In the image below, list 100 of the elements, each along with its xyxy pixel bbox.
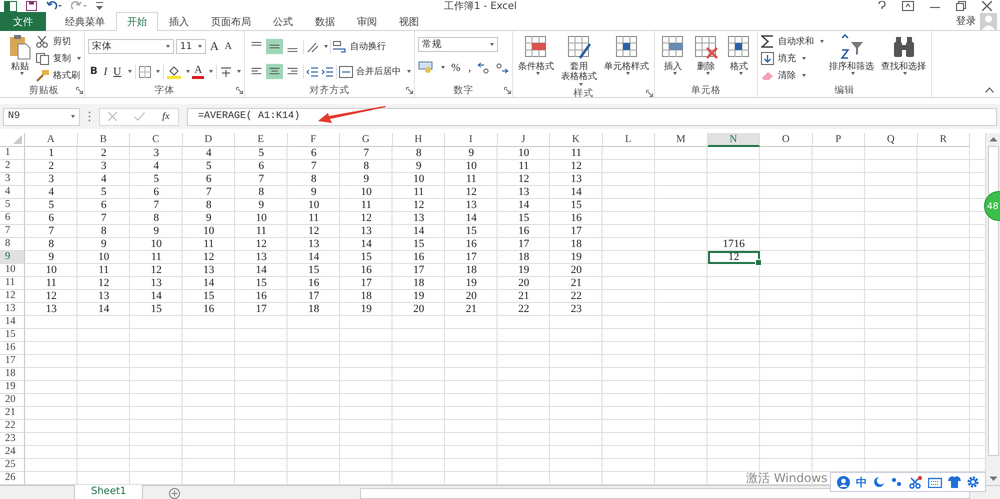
column-header[interactable]: A (25, 133, 78, 147)
sheet-tab[interactable]: Sheet1 (74, 485, 144, 499)
font-color-button[interactable]: A (192, 64, 204, 78)
activation-notice: 激活 Windows (746, 470, 828, 487)
bold-button[interactable]: B (88, 66, 100, 77)
style-button[interactable]: 条件格式 (516, 33, 556, 76)
clear-button[interactable]: 清除 (761, 68, 824, 83)
table-cell-text: 8 (310, 173, 318, 186)
copy-button[interactable]: 复制 (36, 51, 81, 66)
row-header[interactable]: 9 (0, 251, 25, 264)
number-format-field[interactable]: 常规 (418, 37, 498, 52)
paste-button[interactable]: 粘贴 (7, 33, 33, 76)
column-header[interactable]: I (445, 133, 498, 147)
shrink-font-button[interactable]: A (222, 41, 234, 52)
table-cell-text: 9 (100, 238, 108, 251)
table-cell-text: 20 (464, 290, 478, 303)
table-cell-text: 12 (150, 264, 163, 277)
format-painter-button[interactable]: 格式刷 (36, 68, 81, 83)
comma-button[interactable]: , (466, 62, 474, 74)
table-cell-text: 7 (152, 199, 160, 212)
sort-filter-button[interactable]: 排序和筛选 (827, 33, 876, 76)
style-button[interactable]: 套用 表格格式 (559, 33, 600, 87)
font-name-field[interactable]: 宋体 (88, 39, 174, 54)
table-cell-text: 11 (150, 251, 163, 264)
table-cell-text: 11 (44, 277, 58, 290)
table-cell-text: 16 (517, 225, 530, 238)
find-select-button[interactable]: 查找和选择 (879, 33, 928, 76)
table-cell-text: 11 (517, 160, 530, 173)
table-cell-text: 11 (307, 212, 320, 225)
column-header[interactable]: L (602, 133, 655, 147)
table-cell-text: 15 (202, 290, 216, 303)
group-label: 编辑 (834, 84, 855, 97)
column-header[interactable]: B (78, 133, 130, 147)
column-header[interactable]: Q (865, 133, 918, 147)
ribbon-tab[interactable]: 视图 (388, 12, 430, 31)
table-cell-text: 8 (258, 186, 265, 199)
ribbon-tab[interactable]: 插入 (158, 12, 200, 31)
ribbon-tab[interactable]: 经典菜单 (54, 12, 116, 31)
table-cell-text: 13 (150, 277, 163, 290)
name-box[interactable]: N9 (3, 108, 80, 126)
column-header[interactable]: P (812, 133, 865, 147)
ribbon-tab[interactable]: 开始 (116, 12, 158, 31)
ribbon-tab[interactable]: 数据 (304, 12, 346, 31)
table-cell-text: 14 (464, 212, 478, 225)
grow-font-button[interactable]: A (208, 39, 221, 54)
cells-button[interactable]: 删除 (691, 33, 722, 76)
formula-field[interactable]: =AVERAGE( A1:K14) (187, 108, 997, 126)
column-header[interactable]: R (918, 133, 970, 147)
file-tab[interactable]: 文件 (0, 12, 46, 31)
column-header[interactable]: K (550, 133, 602, 147)
table-cell-text: 13 (97, 290, 110, 303)
table-cell-text: 16 (202, 303, 216, 316)
ime-toolbar[interactable]: 中 (830, 472, 986, 492)
column-header[interactable]: D (182, 133, 235, 147)
table-cell-text: 12 (202, 251, 216, 264)
merge-center-button[interactable]: 合并后居中 (339, 64, 412, 79)
column-header[interactable]: J (498, 133, 550, 147)
table-cell-text: 17 (412, 264, 426, 277)
cells-button[interactable]: 插入 (658, 33, 688, 76)
table-cell-text: 12 (44, 290, 58, 303)
column-header[interactable]: G (340, 133, 392, 147)
table-cell-text: 8 (205, 199, 212, 212)
ribbon-tab[interactable]: 页面布局 (200, 12, 262, 31)
input-language-button[interactable]: 中 (856, 474, 867, 490)
percent-button[interactable]: % (449, 62, 462, 74)
cells-button[interactable]: 格式 (724, 33, 754, 76)
column-header[interactable]: E (235, 133, 288, 147)
table-cell-text: 7 (258, 173, 265, 186)
column-header[interactable]: H (392, 133, 445, 147)
ribbon-tab[interactable]: 审阅 (346, 12, 388, 31)
style-button[interactable]: 单元格样式 (602, 33, 652, 76)
cut-button[interactable]: 剪切 (36, 34, 81, 49)
table-cell-text: 15 (360, 251, 373, 264)
table-cell-text: 10 (360, 186, 373, 199)
ribbon-tab[interactable]: 公式 (262, 12, 304, 31)
italic-button[interactable]: I (102, 66, 110, 78)
column-header[interactable]: N (708, 133, 760, 147)
autosum-button[interactable]: 自动求和 (761, 34, 824, 49)
table-cell-text: 12 (360, 212, 373, 225)
table-cell-text: 6 (48, 212, 55, 225)
fill-button[interactable]: 填充 (761, 51, 824, 66)
table-cell-text: 1716 (722, 238, 746, 251)
wrap-text-button[interactable]: 自动换行 (333, 39, 386, 54)
table-cell-text: 6 (152, 186, 160, 199)
table-cell-text: 16 (570, 212, 583, 225)
column-header[interactable]: F (288, 133, 340, 147)
table-cell-text: 14 (150, 290, 163, 303)
table-cell-text: 20 (570, 264, 583, 277)
column-header[interactable]: M (655, 133, 708, 147)
table-cell-text: 9 (310, 186, 318, 199)
table-cell-text: 10 (307, 199, 320, 212)
insert-function-button[interactable]: fx (162, 111, 170, 122)
column-header[interactable]: C (130, 133, 182, 147)
column-header[interactable]: O (760, 133, 812, 147)
table-cell-text: 11 (570, 147, 583, 160)
font-size-field[interactable]: 11 (176, 39, 206, 54)
table-cell-text: 21 (570, 277, 583, 290)
underline-button[interactable]: U (111, 66, 124, 78)
sign-in-link[interactable]: 登录 (956, 12, 976, 30)
table-cell-text: 15 (517, 212, 530, 225)
